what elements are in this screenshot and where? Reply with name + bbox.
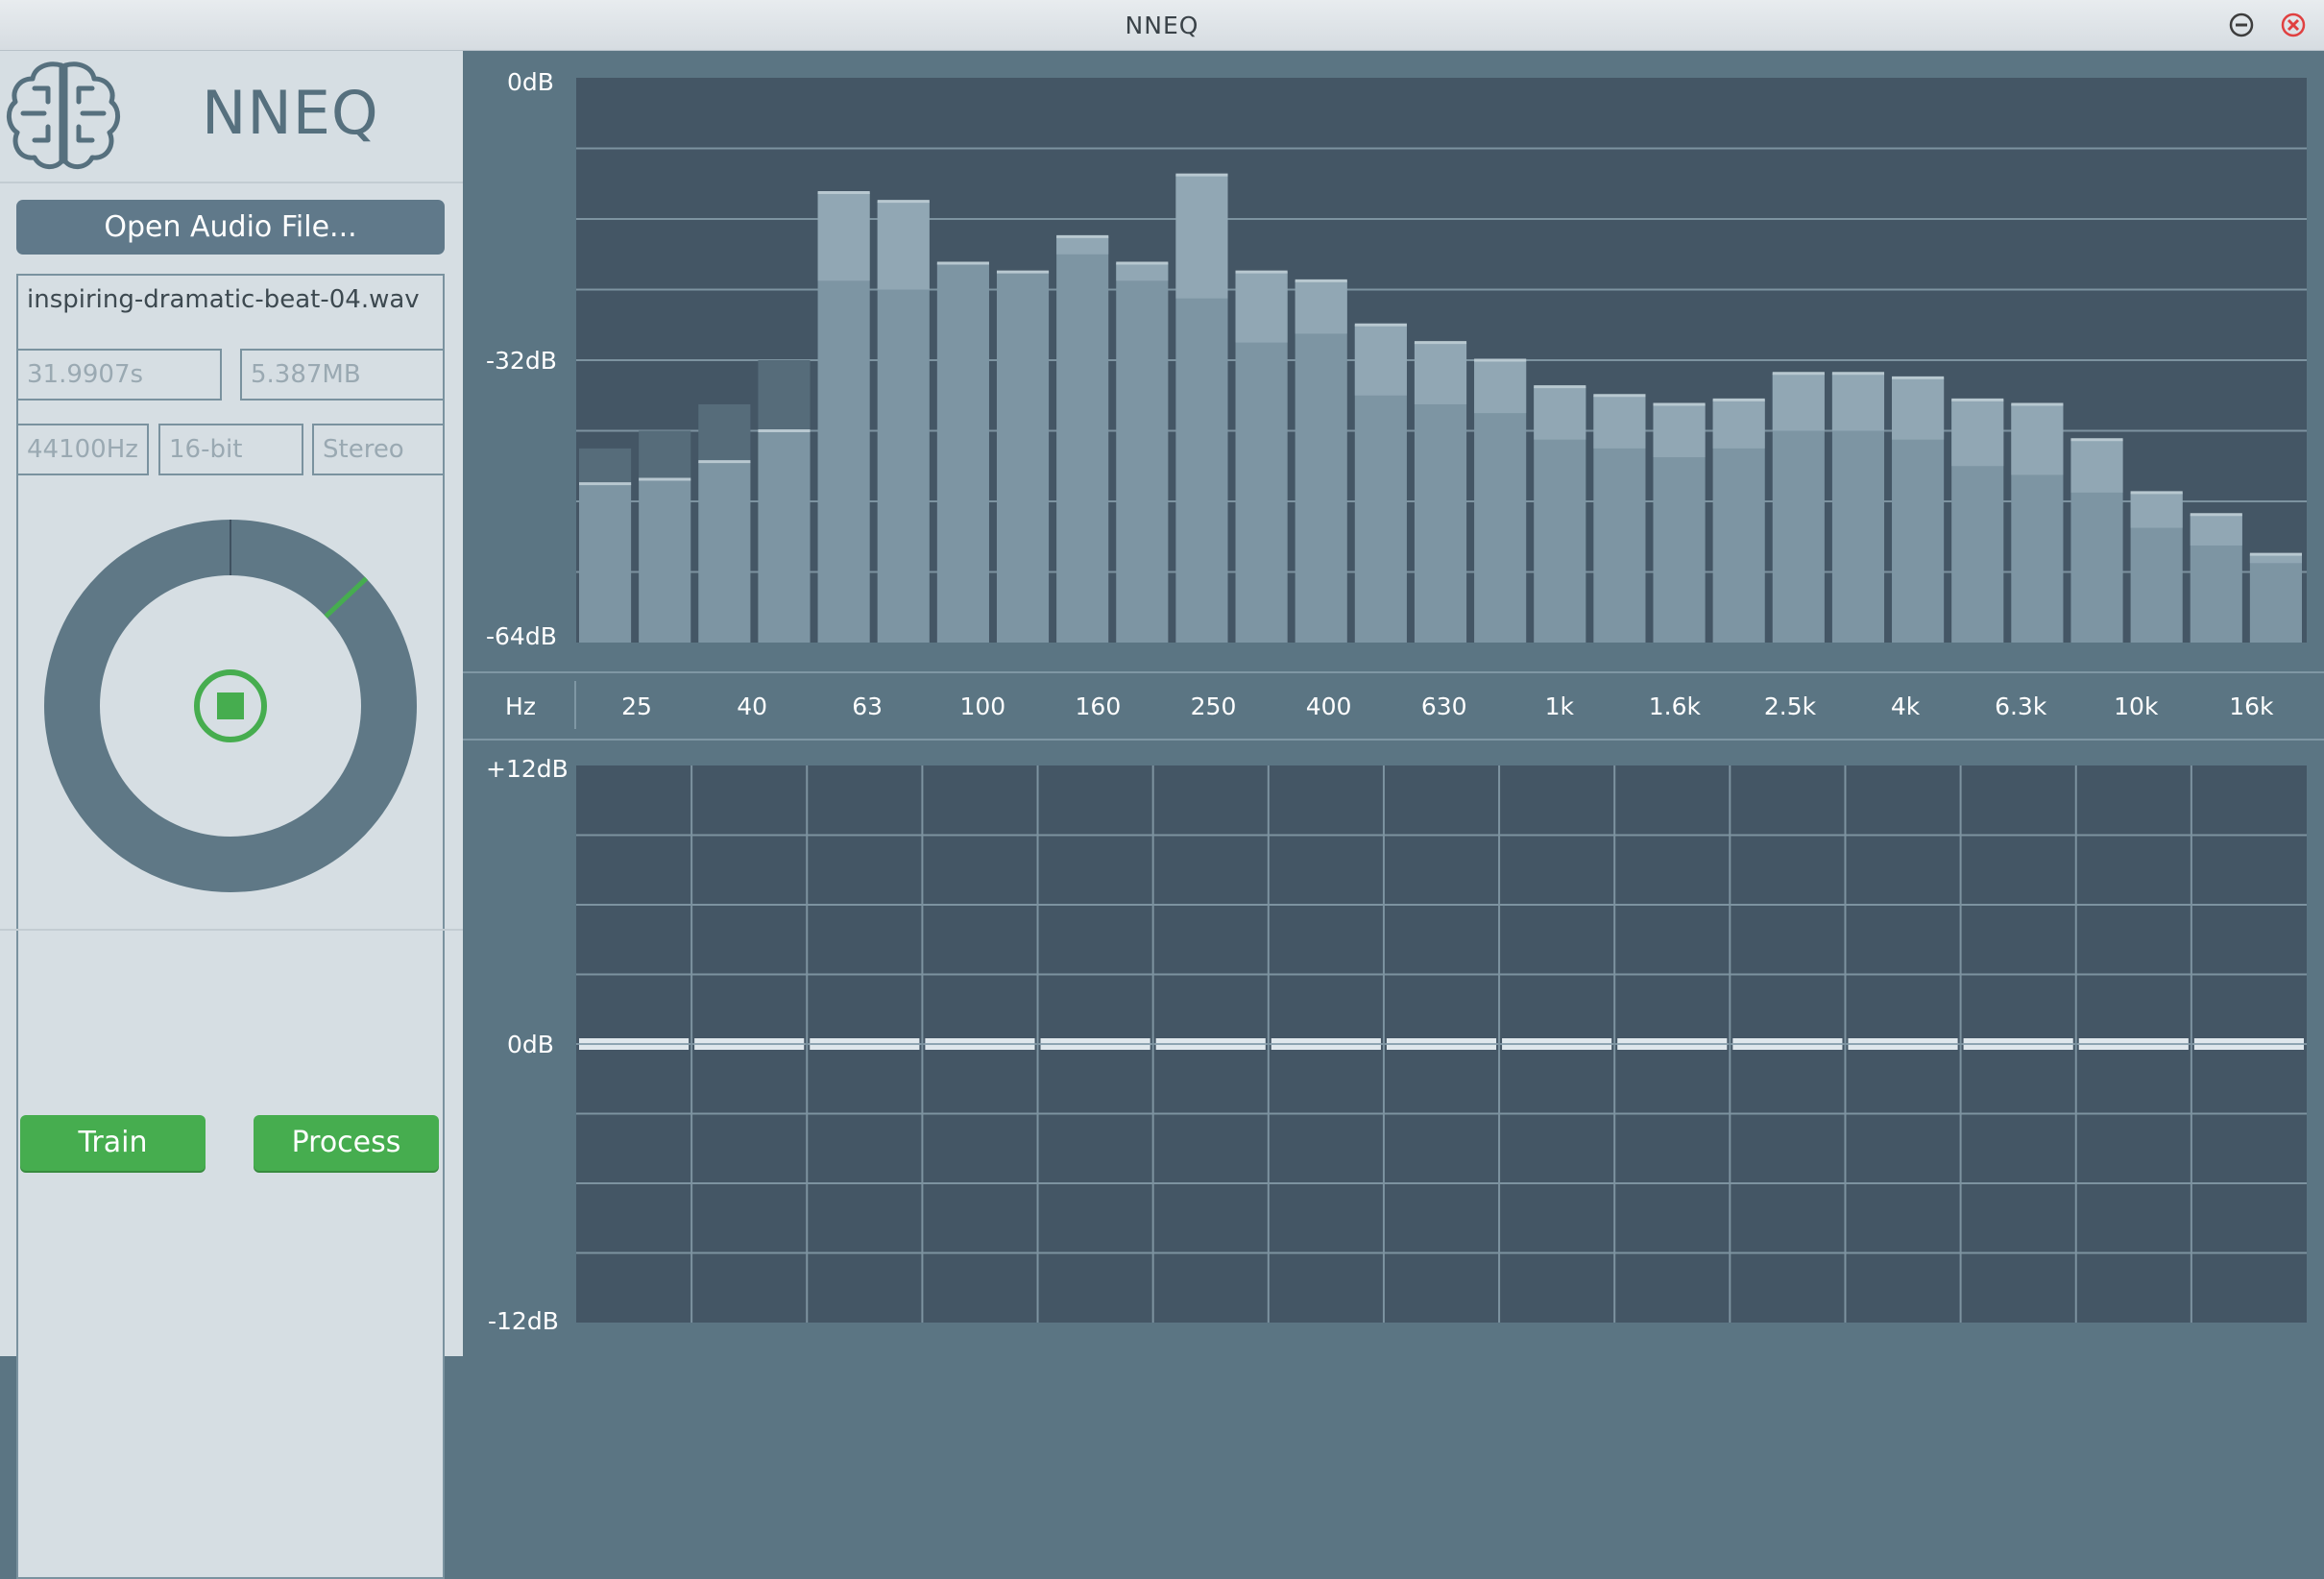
window-title: NNEQ [1125, 12, 1199, 39]
spectrum-bar [639, 479, 691, 643]
eq-panel[interactable] [576, 765, 2307, 1323]
frequency-tick-label: 63 [852, 692, 884, 720]
spectrum-bar [996, 272, 1050, 643]
frequency-tick-label: 2.5k [1763, 692, 1817, 720]
brain-icon [7, 61, 120, 169]
eq-curve-editor[interactable] [576, 765, 2307, 1323]
eq-mid-label: 0dB [507, 1031, 554, 1058]
spectrum-panel [576, 78, 2307, 643]
spectrum-bar-highlight [1534, 386, 1586, 440]
channels-field: Stereo [312, 424, 445, 475]
spectrum-bar [1116, 262, 1169, 643]
spectrum-bar-highlight [2130, 492, 2183, 528]
eq-top-label: +12dB [486, 755, 569, 783]
spectrum-bar-highlight [1235, 272, 1288, 343]
spectrum-bar [1295, 280, 1347, 643]
spectrum-top-label: 0dB [507, 68, 554, 96]
spectrum-bar-highlight [1474, 360, 1527, 414]
frequency-tick-label: 250 [1190, 692, 1237, 720]
main-area: 0dB -32dB -64dB Hz 25 40 63 100 160 250 400 630… [463, 51, 2324, 1356]
frequency-tick-label: 100 [959, 692, 1006, 720]
spectrum-bar-highlight [817, 192, 870, 281]
frequency-axis: Hz 25 40 63 100 160 250 400 630 1k 1.6k 2.5k 4k 6.3k… [463, 671, 2324, 741]
frequency-tick-label: 25 [621, 692, 652, 720]
stop-icon[interactable] [194, 669, 267, 742]
close-icon[interactable] [2280, 12, 2307, 38]
spectrum-bar [936, 262, 989, 643]
brand-header: NNEQ [0, 51, 463, 183]
frequency-tick-label: 16k [2229, 692, 2274, 720]
spectrum-bottom-label: -64dB [486, 622, 557, 650]
spectrum-bar-highlight [1354, 325, 1407, 396]
spectrum-bar-highlight [1892, 377, 1945, 440]
spectrum-bar-highlight [1712, 400, 1765, 449]
spectrum-bar-highlight [877, 201, 930, 290]
frequency-tick-label: 10k [2114, 692, 2159, 720]
sidebar: NNEQ Open Audio File... inspiring-dramat… [0, 51, 463, 1579]
file-size-field: 5.387MB [240, 349, 445, 401]
frequency-unit-label: Hz [505, 692, 536, 720]
frequency-tick-label: 400 [1305, 692, 1352, 720]
spectrum-peak [639, 430, 691, 480]
spectrum-bar [1056, 236, 1109, 643]
spectrum-bar [698, 461, 751, 643]
open-audio-file-button[interactable]: Open Audio File... [16, 200, 445, 255]
sample-rate-field: 44100Hz [16, 424, 149, 475]
app-name: NNEQ [202, 78, 379, 148]
process-button[interactable]: Process [254, 1115, 439, 1171]
train-button[interactable]: Train [20, 1115, 206, 1171]
spectrum-bar-highlight [1951, 400, 2004, 467]
spectrum-analyzer [576, 147, 2307, 643]
frequency-axis-divider [574, 681, 576, 729]
spectrum-bar-highlight [1772, 373, 1825, 431]
frequency-tick-label: 4k [1890, 692, 1921, 720]
title-bar: NNEQ [0, 0, 2324, 51]
spectrum-bar-highlight [1295, 280, 1347, 334]
spectrum-bar-highlight [1116, 262, 1169, 281]
sidebar-divider [0, 929, 463, 931]
spectrum-bar-highlight [2190, 514, 2242, 546]
spectrum-peak [698, 403, 751, 462]
frequency-tick-label: 1.6k [1648, 692, 1702, 720]
frequency-tick-label: 6.3k [1995, 692, 2047, 720]
spectrum-bar-highlight [1056, 236, 1109, 255]
minimize-icon[interactable] [2228, 12, 2255, 38]
spectrum-bar-highlight [1653, 403, 1706, 458]
spectrum-bar-highlight [2070, 439, 2123, 493]
eq-bottom-label: -12dB [488, 1307, 559, 1335]
duration-field: 31.9907s [16, 349, 222, 401]
spectrum-mid-label: -32dB [486, 347, 557, 375]
spectrum-peak [579, 448, 632, 484]
spectrum-bar-highlight [2011, 403, 2064, 475]
spectrum-peak [758, 360, 811, 431]
spectrum-bar-highlight [1831, 373, 1885, 431]
spectrum-bar [758, 430, 811, 643]
spectrum-bar [579, 483, 632, 643]
frequency-tick-label: 1k [1544, 692, 1574, 720]
frequency-tick-label: 630 [1420, 692, 1467, 720]
spectrum-bar-highlight [1414, 342, 1467, 404]
bit-depth-field: 16-bit [158, 424, 303, 475]
spectrum-bar-highlight [1175, 175, 1228, 299]
frequency-tick-label: 160 [1075, 692, 1122, 720]
progress-dial [44, 520, 417, 892]
spectrum-bar-highlight [1593, 395, 1646, 449]
spectrum-bar [2249, 554, 2302, 643]
frequency-tick-label: 40 [737, 692, 767, 720]
